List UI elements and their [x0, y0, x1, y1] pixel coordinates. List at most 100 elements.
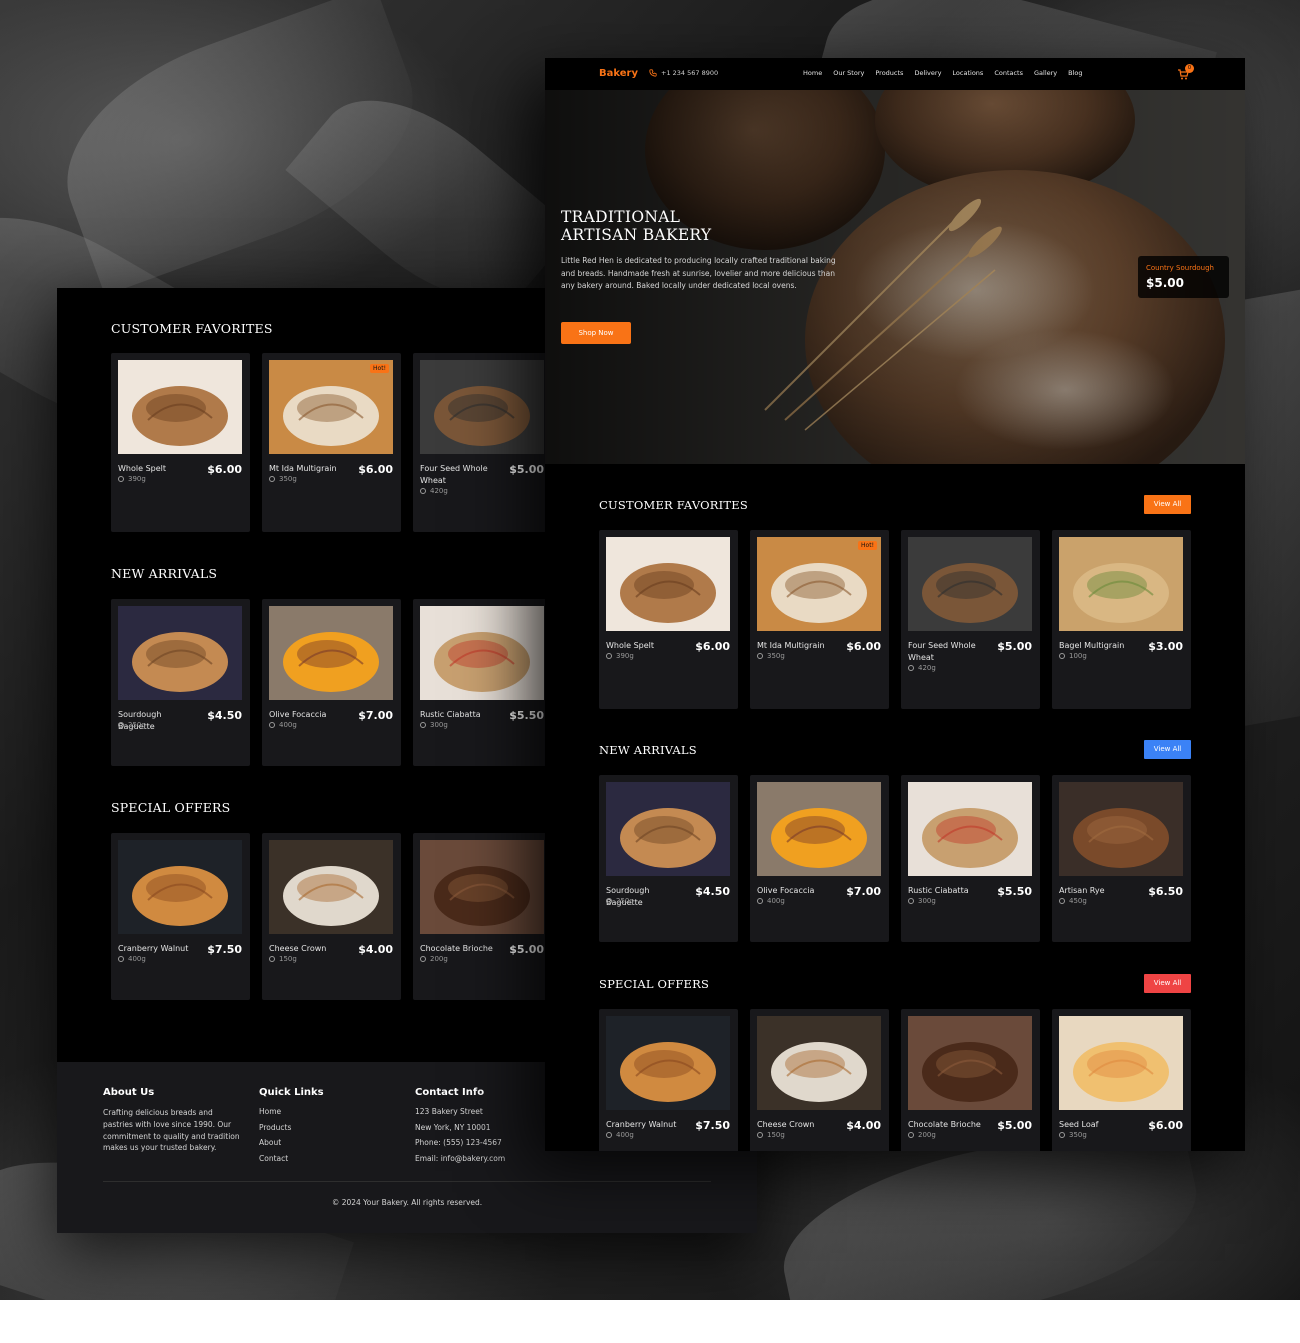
footer-divider	[103, 1181, 711, 1182]
product-price: $6.00	[846, 640, 881, 653]
footer-link-about[interactable]: About	[259, 1138, 281, 1147]
featured-product-card[interactable]: Country Sourdough $5.00	[1138, 256, 1229, 298]
featured-product-price: $5.00	[1146, 276, 1184, 290]
product-card[interactable]: Cheese Crown $4.00 150g	[262, 833, 401, 1000]
product-image	[757, 1016, 881, 1110]
cart-count-badge: 0	[1185, 64, 1194, 73]
product-weight-value: 350g	[279, 475, 297, 483]
product-price: $4.50	[695, 885, 730, 898]
product-card[interactable]: Artisan Rye $6.50 450g	[1052, 775, 1191, 942]
phone-number: +1 234 567 8900	[661, 69, 719, 77]
product-weight: 400g	[606, 1131, 634, 1139]
product-image	[118, 606, 242, 700]
product-card[interactable]: Cheese Crown $4.00 150g	[750, 1009, 889, 1151]
nav-gallery[interactable]: Gallery	[1034, 69, 1057, 77]
product-card[interactable]: Chocolate Brioche $5.00 200g	[901, 1009, 1040, 1151]
hero-title-line1: TRADITIONAL	[561, 208, 681, 226]
product-image	[269, 840, 393, 934]
product-card[interactable]: Whole Spelt $6.00 390g	[111, 353, 250, 532]
product-name: Four Seed Whole Wheat	[908, 641, 976, 662]
product-card[interactable]: Hot! Mt Ida Multigrain $6.00 350g	[750, 530, 889, 709]
product-weight: 150g	[269, 955, 297, 963]
product-weight: 250g	[606, 897, 634, 905]
footer-address-city: New York, NY 10001	[415, 1123, 491, 1132]
product-weight: 300g	[908, 897, 936, 905]
product-card[interactable]: Chocolate Brioche $5.00 200g	[413, 833, 552, 1000]
nav-home[interactable]: Home	[803, 69, 822, 77]
footer-link-home[interactable]: Home	[259, 1107, 281, 1116]
product-card[interactable]: Rustic Ciabatta $5.50 300g	[901, 775, 1040, 942]
offers-view-all-button[interactable]: View All	[1144, 974, 1191, 993]
section-title: NEW ARRIVALS	[111, 566, 218, 581]
product-name: Bagel Multigrain	[1059, 641, 1125, 650]
product-name: Artisan Rye	[1059, 886, 1105, 895]
product-price: $7.00	[846, 885, 881, 898]
nav-products[interactable]: Products	[875, 69, 903, 77]
clock-icon	[420, 956, 426, 962]
product-price: $4.50	[207, 709, 242, 722]
product-price: $6.00	[695, 640, 730, 653]
product-weight: 450g	[1059, 897, 1087, 905]
cart-button[interactable]: 0	[1177, 64, 1194, 82]
product-price: $4.00	[846, 1119, 881, 1132]
product-card[interactable]: Rustic Ciabatta $5.50 300g	[413, 599, 552, 766]
product-weight-value: 400g	[128, 955, 146, 963]
product-card[interactable]: Sourdough Baguette $4.50 250g	[599, 775, 738, 942]
product-card[interactable]: Whole Spelt $6.00 390g	[599, 530, 738, 709]
favorites-view-all-button[interactable]: View All	[1144, 495, 1191, 514]
clock-icon	[118, 956, 124, 962]
hero-title: TRADITIONAL ARTISAN BAKERY	[561, 208, 711, 244]
hot-badge: Hot!	[370, 364, 389, 373]
product-name: Seed Loaf	[1059, 1120, 1099, 1129]
clock-icon	[606, 1132, 612, 1138]
clock-icon	[1059, 653, 1065, 659]
product-card[interactable]: Cranberry Walnut $7.50 400g	[111, 833, 250, 1000]
product-price: $6.50	[1148, 885, 1183, 898]
product-weight: 350g	[757, 652, 785, 660]
product-weight-value: 200g	[918, 1131, 936, 1139]
product-image	[420, 360, 544, 454]
footer-email[interactable]: Email: info@bakery.com	[415, 1154, 505, 1163]
product-card[interactable]: Hot! Mt Ida Multigrain $6.00 350g	[262, 353, 401, 532]
footer-link-products[interactable]: Products	[259, 1123, 291, 1132]
product-card[interactable]: Cranberry Walnut $7.50 400g	[599, 1009, 738, 1151]
product-image	[1059, 782, 1183, 876]
product-name: Mt Ida Multigrain	[757, 641, 825, 650]
product-name: Four Seed Whole Wheat	[420, 464, 488, 485]
product-image: Hot!	[757, 537, 881, 631]
clock-icon	[1059, 898, 1065, 904]
product-card[interactable]: Bagel Multigrain $3.00 100g	[1052, 530, 1191, 709]
product-image	[1059, 537, 1183, 631]
clock-icon	[269, 476, 275, 482]
nav-contacts[interactable]: Contacts	[994, 69, 1023, 77]
nav-blog[interactable]: Blog	[1068, 69, 1082, 77]
product-card[interactable]: Seed Loaf $6.00 350g	[1052, 1009, 1191, 1151]
product-name: Rustic Ciabatta	[908, 886, 969, 895]
footer-link-contact[interactable]: Contact	[259, 1154, 288, 1163]
product-image	[606, 1016, 730, 1110]
clock-icon	[757, 653, 763, 659]
nav-our-story[interactable]: Our Story	[833, 69, 864, 77]
product-price: $5.00	[509, 463, 544, 476]
shop-now-button[interactable]: Shop Now	[561, 322, 631, 344]
product-weight-value: 400g	[279, 721, 297, 729]
product-card[interactable]: Four Seed Whole Wheat $5.00 420g	[413, 353, 552, 532]
nav-delivery[interactable]: Delivery	[914, 69, 941, 77]
phone-contact[interactable]: +1 234 567 8900	[649, 69, 718, 77]
clock-icon	[1059, 1132, 1065, 1138]
product-card[interactable]: Four Seed Whole Wheat $5.00 420g	[901, 530, 1040, 709]
product-name: Chocolate Brioche	[908, 1120, 981, 1129]
product-name: Whole Spelt	[606, 641, 654, 650]
brand-logo[interactable]: Bakery	[599, 68, 638, 79]
product-weight: 390g	[118, 475, 146, 483]
product-card[interactable]: Olive Focaccia $7.00 400g	[262, 599, 401, 766]
featured-product-name: Country Sourdough	[1146, 264, 1214, 272]
product-card[interactable]: Sourdough Baguette $4.50 250g	[111, 599, 250, 766]
product-card[interactable]: Olive Focaccia $7.00 400g	[750, 775, 889, 942]
arrivals-view-all-button[interactable]: View All	[1144, 740, 1191, 759]
product-name: Cheese Crown	[269, 944, 327, 953]
hero-banner: TRADITIONAL ARTISAN BAKERY Little Red He…	[545, 90, 1245, 464]
nav-locations[interactable]: Locations	[952, 69, 983, 77]
product-weight-value: 390g	[616, 652, 634, 660]
product-weight-value: 300g	[430, 721, 448, 729]
